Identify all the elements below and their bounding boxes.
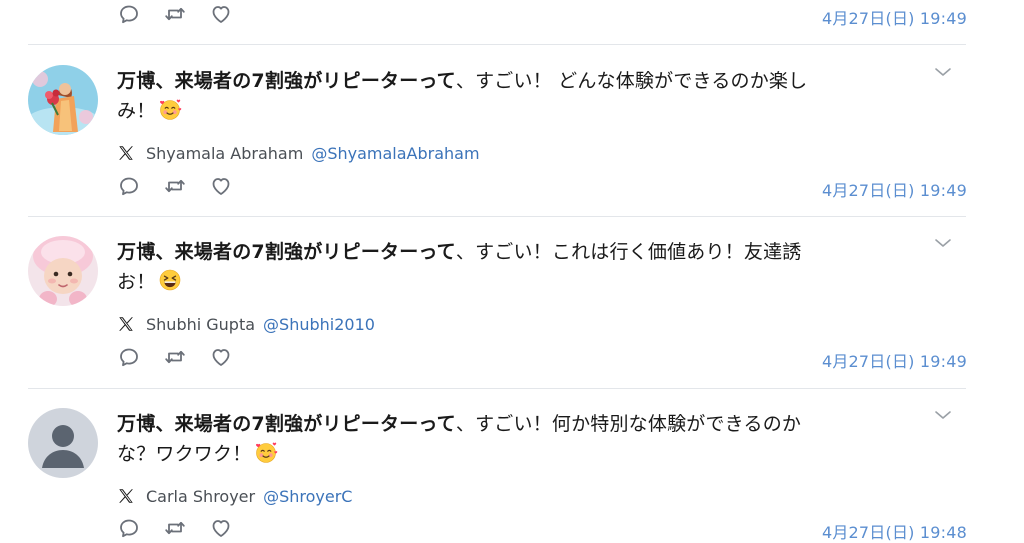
tweet-item: 万博、来場者の7割強がリピーターって、すごい！ どんな体験ができるのか楽し み！… xyxy=(0,45,1024,216)
author-name[interactable]: Shubhi Gupta xyxy=(146,315,255,334)
tweet-body-continued: み！ xyxy=(117,100,156,122)
avatar[interactable] xyxy=(28,408,98,478)
tweet-text: 万博、来場者の7割強がリピーターって、すごい！何か特別な体験ができるのか な？ワ… xyxy=(117,409,877,469)
reply-icon[interactable] xyxy=(117,174,141,198)
author-name[interactable]: Shyamala Abraham xyxy=(146,144,303,163)
x-logo-icon xyxy=(117,144,135,162)
like-icon[interactable] xyxy=(209,345,233,369)
author-name[interactable]: Carla Shroyer xyxy=(146,487,255,506)
tweet-headline: 万博、来場者の7割強がリピーターって xyxy=(117,241,456,263)
more-options-chevron-icon[interactable] xyxy=(933,65,953,79)
tweet-text: 万博、来場者の7割強がリピーターって、すごい！これは行く価値あり！友達誘 お！ xyxy=(117,237,877,297)
avatar[interactable] xyxy=(28,65,98,135)
like-icon[interactable] xyxy=(209,2,233,26)
author-handle[interactable]: @ShroyerC xyxy=(263,487,352,506)
tweet-timestamp[interactable]: 4月27日(日) 19:48 xyxy=(822,519,967,543)
retweet-icon[interactable] xyxy=(163,516,187,540)
retweet-icon[interactable] xyxy=(163,345,187,369)
tweet-headline: 万博、来場者の7割強がリピーターって xyxy=(117,70,456,92)
author-handle[interactable]: @ShyamalaAbraham xyxy=(311,144,479,163)
tweet-item: 万博、来場者の7割強がリピーターって、すごい！何か特別な体験ができるのか な？ワ… xyxy=(0,389,1024,542)
tweet-timestamp[interactable]: 4月27日(日) 19:49 xyxy=(822,5,967,29)
tweet-body: 、すごい！これは行く価値あり！友達誘 xyxy=(455,241,802,263)
reply-icon[interactable] xyxy=(117,516,141,540)
tweet-feed: 4月27日(日) 19:49 万博、来場者の7割強がリピーターって、すごい！ ど… xyxy=(0,0,1024,542)
reply-icon[interactable] xyxy=(117,345,141,369)
tweet-actions xyxy=(117,516,255,540)
tweet-body-continued: お！ xyxy=(117,271,156,293)
tweet-author: Shyamala Abraham @ShyamalaAbraham xyxy=(117,141,480,165)
tweet-item: 万博、来場者の7割強がリピーターって、すごい！これは行く価値あり！友達誘 お！ … xyxy=(0,217,1024,388)
grinning-squinting-face-icon xyxy=(158,268,182,292)
tweet-timestamp[interactable]: 4月27日(日) 19:49 xyxy=(822,177,967,201)
tweet-body: 、すごい！何か特別な体験ができるのか xyxy=(455,413,802,435)
tweet-author: Shubhi Gupta @Shubhi2010 xyxy=(117,312,375,336)
previous-tweet-actions: 4月27日(日) 19:49 xyxy=(0,0,1024,32)
reply-icon[interactable] xyxy=(117,2,141,26)
tweet-author: Carla Shroyer @ShroyerC xyxy=(117,484,352,508)
tweet-timestamp[interactable]: 4月27日(日) 19:49 xyxy=(822,348,967,372)
tweet-body: 、すごい！ どんな体験ができるのか楽し xyxy=(455,70,808,92)
tweet-body-continued: な？ワクワク！ xyxy=(117,443,252,465)
tweet-actions xyxy=(117,174,255,198)
author-handle[interactable]: @Shubhi2010 xyxy=(263,315,375,334)
retweet-icon[interactable] xyxy=(163,174,187,198)
like-icon[interactable] xyxy=(209,516,233,540)
tweet-text: 万博、来場者の7割強がリピーターって、すごい！ どんな体験ができるのか楽し み！ xyxy=(117,66,877,126)
more-options-chevron-icon[interactable] xyxy=(933,408,953,422)
retweet-icon[interactable] xyxy=(163,2,187,26)
smiling-face-with-hearts-icon xyxy=(254,440,278,464)
more-options-chevron-icon[interactable] xyxy=(933,236,953,250)
x-logo-icon xyxy=(117,487,135,505)
smiling-face-with-hearts-icon xyxy=(158,97,182,121)
tweet-actions xyxy=(117,345,255,369)
x-logo-icon xyxy=(117,315,135,333)
tweet-headline: 万博、来場者の7割強がリピーターって xyxy=(117,413,456,435)
like-icon[interactable] xyxy=(209,174,233,198)
avatar[interactable] xyxy=(28,236,98,306)
